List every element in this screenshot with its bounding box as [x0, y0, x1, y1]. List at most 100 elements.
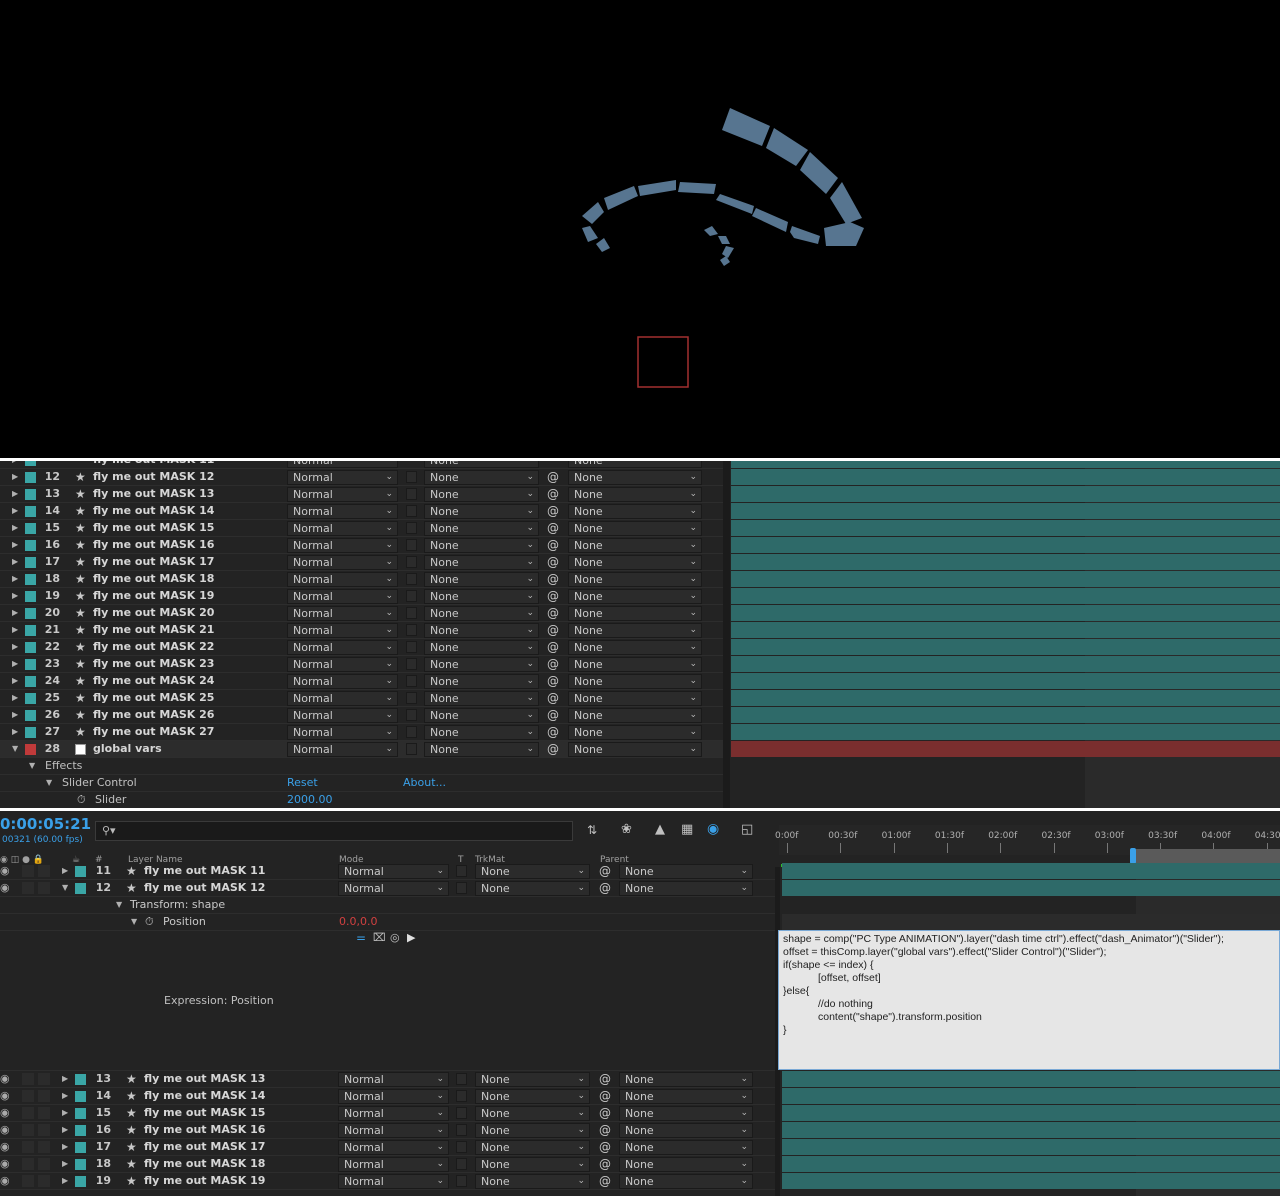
label-color-swatch[interactable]: [75, 1091, 86, 1102]
solo-box[interactable]: [22, 1124, 34, 1136]
preserve-transparency-checkbox[interactable]: [406, 471, 417, 483]
visibility-eye-icon[interactable]: ◉: [0, 863, 10, 879]
layer-duration-bar[interactable]: [782, 1088, 1280, 1104]
layer-duration-bar[interactable]: [782, 1173, 1280, 1189]
layer-row[interactable]: ◉ ▶ 15 ★ fly me out MASK 15 Normal ⌄ None ⌄ @ None…: [0, 1105, 775, 1122]
parent-pickwhip-icon[interactable]: @: [546, 605, 560, 621]
expand-triangle-icon[interactable]: ▶: [12, 673, 18, 689]
preserve-transparency-checkbox[interactable]: [406, 590, 417, 602]
expand-triangle-icon[interactable]: ▶: [62, 1139, 68, 1155]
parent-dropdown[interactable]: None ⌄: [619, 1089, 753, 1104]
trkmat-dropdown[interactable]: None ⌄: [424, 555, 539, 570]
label-color-swatch[interactable]: [25, 574, 36, 585]
layer-name[interactable]: fly me out MASK 26: [93, 707, 214, 723]
lock-box[interactable]: [38, 1124, 50, 1136]
trkmat-dropdown[interactable]: None ⌄: [424, 487, 539, 502]
label-color-swatch[interactable]: [25, 523, 36, 534]
lock-box[interactable]: [38, 1158, 50, 1170]
parent-pickwhip-icon[interactable]: @: [546, 486, 560, 502]
parent-dropdown[interactable]: None: [568, 461, 702, 468]
trkmat-dropdown[interactable]: None ⌄: [475, 1072, 590, 1087]
layer-duration-bar[interactable]: [731, 639, 1280, 655]
parent-dropdown[interactable]: None ⌄: [568, 657, 702, 672]
label-color-swatch[interactable]: [25, 659, 36, 670]
mode-dropdown[interactable]: Normal ⌄: [287, 657, 398, 672]
trkmat-dropdown[interactable]: None ⌄: [424, 708, 539, 723]
expand-triangle-icon[interactable]: ▶: [12, 537, 18, 553]
layer-row[interactable]: ▶ 26 ★ fly me out MASK 26 Normal ⌄ None ⌄ @ None ⌄: [0, 707, 723, 724]
mode-dropdown[interactable]: Normal ⌄: [338, 1140, 449, 1155]
visibility-eye-icon[interactable]: ◉: [0, 1071, 10, 1087]
preserve-transparency-checkbox[interactable]: [406, 692, 417, 704]
trkmat-dropdown[interactable]: None ⌄: [475, 881, 590, 896]
mode-dropdown[interactable]: Normal ⌄: [338, 1072, 449, 1087]
visibility-eye-icon[interactable]: ◉: [0, 1156, 10, 1172]
label-color-swatch[interactable]: [25, 472, 36, 483]
trkmat-dropdown[interactable]: None ⌄: [424, 606, 539, 621]
layer-name[interactable]: fly me out MASK 19: [93, 588, 214, 604]
parent-dropdown[interactable]: None ⌄: [568, 589, 702, 604]
layer-duration-bar[interactable]: [731, 461, 1280, 468]
preserve-transparency-checkbox[interactable]: [456, 1107, 467, 1119]
layer-duration-bar[interactable]: [731, 690, 1280, 706]
layer-name[interactable]: fly me out MASK 27: [93, 724, 214, 740]
layer-name[interactable]: fly me out MASK 18: [144, 1156, 265, 1172]
parent-dropdown[interactable]: None ⌄: [568, 504, 702, 519]
graph-editor-icon[interactable]: ◱: [741, 822, 753, 837]
mode-dropdown[interactable]: Normal ⌄: [338, 1157, 449, 1172]
parent-dropdown[interactable]: None ⌄: [568, 521, 702, 536]
visibility-eye-icon[interactable]: ◉: [0, 1088, 10, 1104]
expand-triangle-icon[interactable]: ▶: [12, 707, 18, 723]
label-color-swatch[interactable]: [25, 540, 36, 551]
label-color-swatch[interactable]: [25, 744, 36, 755]
layer-duration-bar[interactable]: [731, 707, 1280, 723]
layer-duration-bar[interactable]: [731, 656, 1280, 672]
layer-duration-bar[interactable]: [731, 673, 1280, 689]
layer-duration-bar[interactable]: [731, 554, 1280, 570]
mode-dropdown[interactable]: Normal ⌄: [338, 864, 449, 879]
parent-pickwhip-icon[interactable]: @: [546, 469, 560, 485]
expand-triangle-icon[interactable]: ▶: [62, 863, 68, 879]
mode-dropdown[interactable]: Normal ⌄: [287, 640, 398, 655]
layer-duration-bar[interactable]: [731, 571, 1280, 587]
layer-name[interactable]: fly me out MASK 20: [93, 605, 214, 621]
parent-dropdown[interactable]: None ⌄: [619, 1106, 753, 1121]
label-color-swatch[interactable]: [25, 461, 36, 466]
parent-pickwhip-icon[interactable]: @: [546, 503, 560, 519]
layer-row[interactable]: ▶ 17 ★ fly me out MASK 17 Normal ⌄ None ⌄ @ None ⌄: [0, 554, 723, 571]
mode-dropdown[interactable]: Normal ⌄: [287, 538, 398, 553]
preserve-transparency-checkbox[interactable]: [456, 1158, 467, 1170]
timeline-panel-lower[interactable]: 0:00:05:21 00321 (60.00 fps) ⚲▾ ⇅ ❀ ▲ ▦ …: [0, 811, 1280, 1196]
layer-name[interactable]: fly me out MASK 13: [144, 1071, 265, 1087]
layer-name[interactable]: fly me out MASK 17: [93, 554, 214, 570]
parent-dropdown[interactable]: None ⌄: [568, 725, 702, 740]
label-color-swatch[interactable]: [25, 557, 36, 568]
label-color-swatch[interactable]: [25, 727, 36, 738]
parent-pickwhip-icon[interactable]: @: [546, 656, 560, 672]
reset-link[interactable]: Reset: [287, 775, 318, 791]
expression-code-line[interactable]: shape = comp("PC Type ANIMATION").layer(…: [783, 933, 1275, 946]
layer-duration-bar[interactable]: [782, 1105, 1280, 1121]
preserve-transparency-checkbox[interactable]: [406, 658, 417, 670]
effects-row[interactable]: ▼ Effects: [0, 758, 723, 775]
parent-dropdown[interactable]: None ⌄: [619, 1072, 753, 1087]
frame-blending-icon[interactable]: ▦: [681, 822, 693, 837]
solo-box[interactable]: [22, 1107, 34, 1119]
layer-name[interactable]: fly me out MASK 17: [144, 1139, 265, 1155]
preserve-transparency-checkbox[interactable]: [406, 607, 417, 619]
stopwatch-icon[interactable]: ⏱: [145, 914, 154, 930]
expand-triangle-icon[interactable]: ▶: [12, 461, 18, 468]
trkmat-dropdown[interactable]: None ⌄: [424, 589, 539, 604]
layer-row[interactable]: ▶ 15 ★ fly me out MASK 15 Normal ⌄ None ⌄ @ None ⌄: [0, 520, 723, 537]
parent-pickwhip-icon[interactable]: @: [598, 1173, 612, 1189]
expression-enable-icon[interactable]: =: [356, 931, 366, 945]
preserve-transparency-checkbox[interactable]: [456, 1175, 467, 1187]
solo-box[interactable]: [22, 1141, 34, 1153]
preserve-transparency-checkbox[interactable]: [406, 556, 417, 568]
layer-duration-bar[interactable]: [731, 588, 1280, 604]
trkmat-dropdown[interactable]: None ⌄: [424, 674, 539, 689]
parent-pickwhip-icon[interactable]: @: [546, 673, 560, 689]
slider-row[interactable]: ⏱ Slider 2000.00: [0, 792, 723, 808]
expand-triangle-icon[interactable]: ▶: [12, 469, 18, 485]
mode-dropdown[interactable]: Normal ⌄: [287, 589, 398, 604]
